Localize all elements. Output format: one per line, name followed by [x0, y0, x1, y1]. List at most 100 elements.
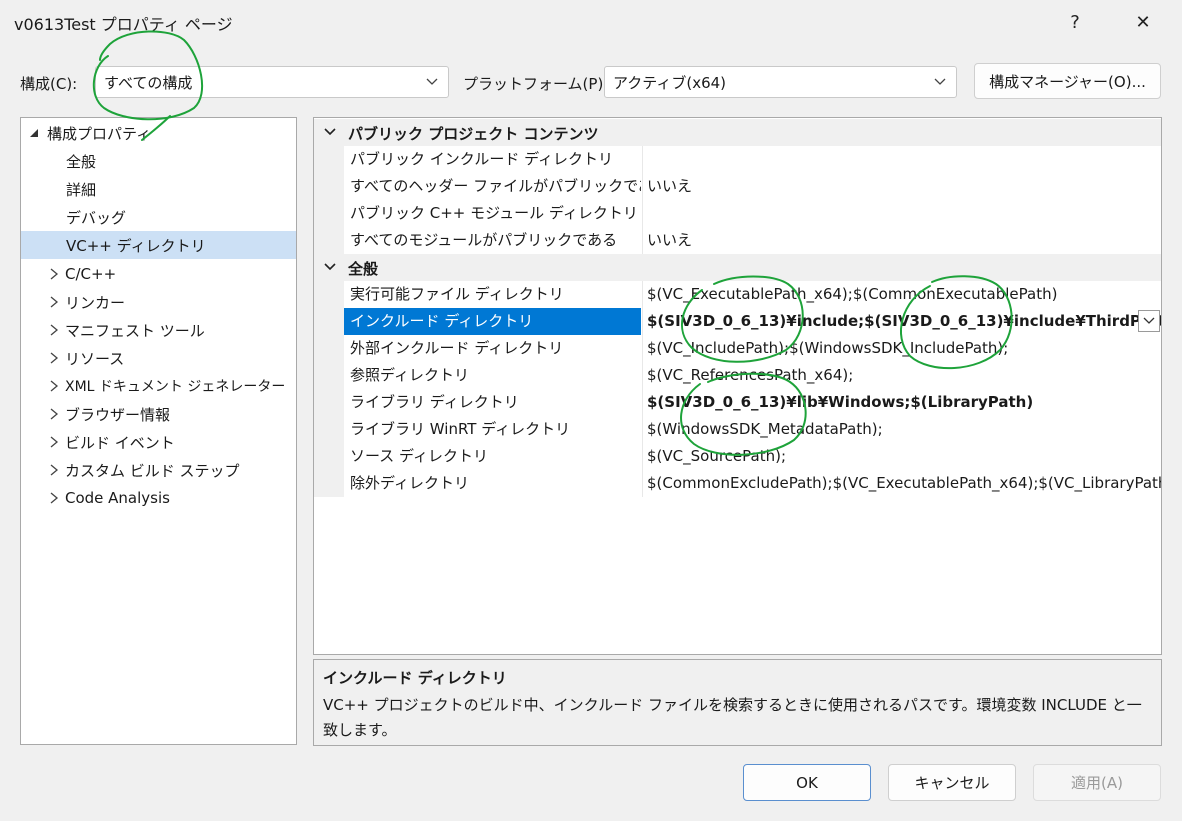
tree-group-label: C/C++ [65, 265, 117, 283]
tree-group-linker[interactable]: リンカー [21, 288, 296, 316]
property-value[interactable]: $(VC_IncludePath);$(WindowsSDK_IncludePa… [642, 335, 1161, 362]
tree-item-general[interactable]: 全般 [21, 147, 296, 175]
property-value[interactable]: $(CommonExcludePath);$(VC_ExecutablePath… [642, 470, 1161, 497]
config-manager-button[interactable]: 構成マネージャー(O)... [974, 63, 1161, 99]
cancel-button[interactable]: キャンセル [888, 764, 1016, 801]
table-row[interactable]: 除外ディレクトリ $(CommonExcludePath);$(VC_Execu… [314, 470, 1161, 497]
tree-item-advanced[interactable]: 詳細 [21, 175, 296, 203]
table-row[interactable]: ライブラリ ディレクトリ $(SIV3D_0_6_13)¥lib¥Windows… [314, 389, 1161, 416]
platform-value: アクティブ(x64) [613, 73, 727, 92]
tree-group-label: カスタム ビルド ステップ [65, 461, 240, 480]
property-value[interactable]: $(VC_ReferencesPath_x64); [642, 362, 1161, 389]
category-public-project-content[interactable]: パブリック プロジェクト コンテンツ [314, 119, 1161, 146]
property-name: すべてのモジュールがパブリックである [350, 231, 618, 249]
tree-group-xml-doc-generator[interactable]: XML ドキュメント ジェネレーター [21, 372, 296, 400]
chevron-down-icon [324, 128, 336, 136]
tree-group-resources[interactable]: リソース [21, 344, 296, 372]
tree-root[interactable]: 構成プロパティ [21, 119, 296, 147]
tree-group-label: ブラウザー情報 [65, 405, 171, 424]
table-row-selected[interactable]: インクルード ディレクトリ $(SIV3D_0_6_13)¥include;$(… [314, 308, 1161, 335]
table-row[interactable]: パブリック インクルード ディレクトリ [314, 146, 1161, 173]
property-name: 外部インクルード ディレクトリ [350, 339, 564, 357]
table-row[interactable]: すべてのヘッダー ファイルがパブリックである いいえ [314, 173, 1161, 200]
ok-button[interactable]: OK [743, 764, 871, 801]
row-gutter [314, 200, 344, 227]
row-gutter [314, 227, 344, 254]
expanded-icon [30, 129, 38, 137]
tree-group-custom-build-step[interactable]: カスタム ビルド ステップ [21, 456, 296, 484]
table-row[interactable]: すべてのモジュールがパブリックである いいえ [314, 227, 1161, 254]
tree-group-browse-info[interactable]: ブラウザー情報 [21, 400, 296, 428]
row-gutter [314, 443, 344, 470]
property-value[interactable]: $(VC_SourcePath); [642, 443, 1161, 470]
collapsed-icon [50, 268, 59, 280]
apply-button[interactable]: 適用(A) [1033, 764, 1161, 801]
collapsed-icon [50, 324, 59, 336]
config-label: 構成(C): [20, 75, 78, 93]
property-value[interactable]: いいえ [642, 173, 1161, 200]
tree-group-code-analysis[interactable]: Code Analysis [21, 484, 296, 512]
tree-group-cpp[interactable]: C/C++ [21, 260, 296, 288]
category-general[interactable]: 全般 [314, 254, 1161, 281]
property-value[interactable] [642, 146, 1161, 173]
collapsed-icon [50, 464, 59, 476]
tree-group-label: リソース [65, 349, 125, 368]
property-value[interactable]: $(WindowsSDK_MetadataPath); [642, 416, 1161, 443]
table-row[interactable]: 実行可能ファイル ディレクトリ $(VC_ExecutablePath_x64)… [314, 281, 1161, 308]
chevron-down-icon [1143, 317, 1155, 324]
tree-group-build-events[interactable]: ビルド イベント [21, 428, 296, 456]
property-value[interactable]: $(VC_ExecutablePath_x64);$(CommonExecuta… [642, 281, 1161, 308]
property-name: 実行可能ファイル ディレクトリ [350, 285, 564, 303]
row-gutter [314, 173, 344, 200]
window-title: v0613Test プロパティ ページ [14, 15, 233, 34]
tree-item-label: 詳細 [66, 180, 97, 199]
collapsed-icon [50, 296, 59, 308]
row-gutter [314, 308, 344, 335]
tree-item-label: 全般 [66, 152, 97, 171]
platform-label: プラットフォーム(P): [463, 75, 609, 93]
property-name: パブリック C++ モジュール ディレクトリ [350, 204, 638, 222]
collapsed-icon [50, 436, 59, 448]
category-label: パブリック プロジェクト コンテンツ [348, 125, 599, 143]
property-value[interactable]: $(SIV3D_0_6_13)¥lib¥Windows;$(LibraryPat… [642, 389, 1161, 416]
table-row[interactable]: 外部インクルード ディレクトリ $(VC_IncludePath);$(Wind… [314, 335, 1161, 362]
table-row[interactable]: パブリック C++ モジュール ディレクトリ [314, 200, 1161, 227]
tree-group-manifest-tool[interactable]: マニフェスト ツール [21, 316, 296, 344]
table-row[interactable]: 参照ディレクトリ $(VC_ReferencesPath_x64); [314, 362, 1161, 389]
property-name: 除外ディレクトリ [350, 474, 469, 492]
description-text: VC++ プロジェクトのビルド中、インクルード ファイルを検索するときに使用され… [323, 696, 1142, 739]
tree-group-label: XML ドキュメント ジェネレーター [65, 379, 286, 395]
property-value[interactable]: いいえ [642, 227, 1161, 254]
help-button[interactable]: ? [1052, 6, 1098, 38]
description-title: インクルード ディレクトリ [323, 669, 507, 687]
property-grid[interactable]: パブリック プロジェクト コンテンツ パブリック インクルード ディレクトリ す… [313, 117, 1162, 655]
property-name: すべてのヘッダー ファイルがパブリックである [350, 177, 641, 195]
row-gutter [314, 389, 344, 416]
property-name: パブリック インクルード ディレクトリ [350, 150, 614, 168]
tree-root-label: 構成プロパティ [47, 124, 152, 143]
table-row[interactable]: ソース ディレクトリ $(VC_SourcePath); [314, 443, 1161, 470]
platform-combo[interactable]: アクティブ(x64) [604, 66, 957, 98]
collapsed-icon [50, 492, 59, 504]
property-name: ライブラリ ディレクトリ [350, 393, 519, 411]
tree-group-label: Code Analysis [65, 489, 170, 507]
title-bar: v0613Test プロパティ ページ ? ✕ [0, 0, 1182, 44]
close-button[interactable]: ✕ [1120, 6, 1166, 38]
chevron-down-icon [324, 263, 336, 271]
tree-group-label: ビルド イベント [65, 433, 175, 452]
property-name: ソース ディレクトリ [350, 447, 488, 465]
property-value[interactable] [642, 200, 1161, 227]
tree-group-label: マニフェスト ツール [65, 321, 205, 340]
config-value: すべての構成 [104, 73, 193, 92]
chevron-down-icon [934, 78, 946, 85]
property-name: ライブラリ WinRT ディレクトリ [350, 420, 571, 438]
tree-item-vc-directories[interactable]: VC++ ディレクトリ [21, 231, 296, 259]
tree-group-label: リンカー [65, 293, 126, 312]
property-value[interactable]: $(SIV3D_0_6_13)¥include;$(SIV3D_0_6_13)¥… [642, 308, 1161, 335]
tree-item-debugging[interactable]: デバッグ [21, 203, 296, 231]
config-combo[interactable]: すべての構成 [95, 66, 449, 98]
property-tree[interactable]: 構成プロパティ 全般 詳細 デバッグ VC++ ディレクトリ C/C++ リンカ… [20, 117, 297, 745]
value-dropdown-button[interactable] [1138, 310, 1160, 332]
chevron-down-icon [426, 78, 438, 85]
table-row[interactable]: ライブラリ WinRT ディレクトリ $(WindowsSDK_Metadata… [314, 416, 1161, 443]
